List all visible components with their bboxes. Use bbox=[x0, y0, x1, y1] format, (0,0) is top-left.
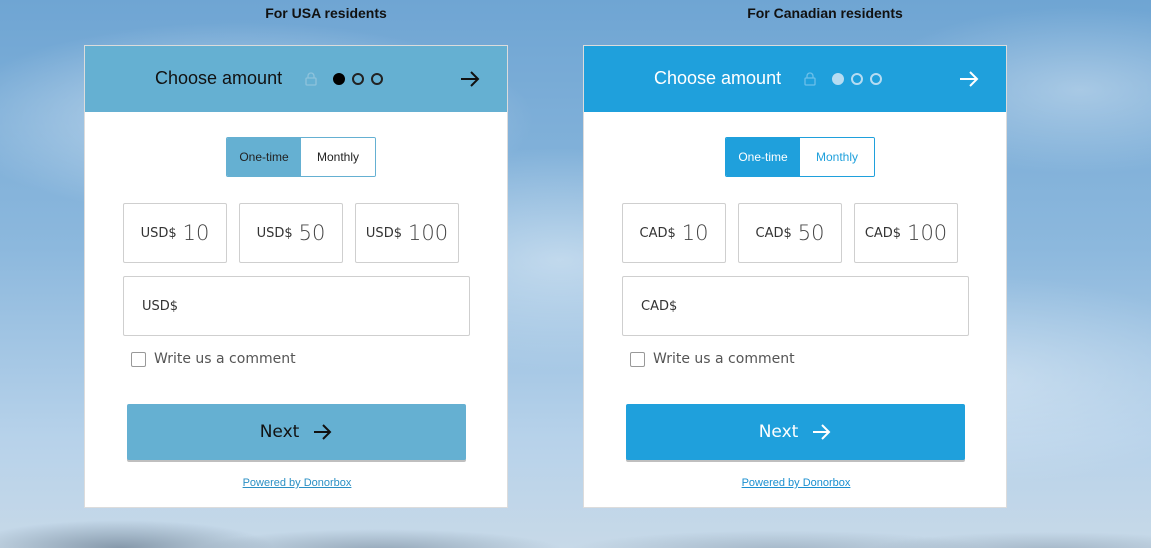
comment-checkbox-row[interactable]: Write us a comment bbox=[131, 351, 296, 367]
amount-option-100[interactable]: CAD$ 100 bbox=[854, 203, 958, 263]
amount-currency: USD$ bbox=[140, 225, 177, 241]
frequency-toggle: One-time Monthly bbox=[725, 137, 875, 177]
usa-donation-form: Choose amount One-time Monthly USD$ 10 U… bbox=[84, 45, 508, 508]
amount-currency: USD$ bbox=[365, 225, 402, 241]
canada-column-title: For Canadian residents bbox=[747, 5, 903, 21]
step-dots bbox=[333, 73, 383, 85]
step-dot bbox=[851, 73, 863, 85]
arrow-right-icon bbox=[813, 424, 831, 440]
comment-checkbox[interactable] bbox=[131, 351, 146, 367]
comment-label: Write us a comment bbox=[154, 351, 296, 367]
step-dots bbox=[832, 73, 882, 85]
step-dot bbox=[371, 73, 383, 85]
lock-icon bbox=[804, 72, 816, 86]
custom-amount-input[interactable]: CAD$ bbox=[622, 276, 969, 336]
next-label: Next bbox=[758, 422, 799, 442]
step-dot-active bbox=[832, 73, 844, 85]
form-header: Choose amount bbox=[584, 46, 1006, 112]
header-title: Choose amount bbox=[155, 68, 283, 88]
amount-option-10[interactable]: USD$ 10 bbox=[123, 203, 227, 263]
header-title: Choose amount bbox=[654, 68, 782, 88]
amount-value: 50 bbox=[797, 221, 825, 245]
arrow-right-icon[interactable] bbox=[958, 68, 980, 90]
comment-checkbox[interactable] bbox=[630, 351, 645, 367]
usa-column-title: For USA residents bbox=[265, 5, 387, 21]
amount-option-50[interactable]: CAD$ 50 bbox=[738, 203, 842, 263]
powered-by-link[interactable]: Powered by Donorbox bbox=[85, 477, 509, 489]
canada-donation-form: Choose amount One-time Monthly CAD$ 10 C… bbox=[583, 45, 1007, 508]
amount-currency: CAD$ bbox=[755, 225, 792, 241]
comment-label: Write us a comment bbox=[653, 351, 795, 367]
amount-option-10[interactable]: CAD$ 10 bbox=[622, 203, 726, 263]
amount-value: 10 bbox=[182, 221, 210, 245]
frequency-toggle: One-time Monthly bbox=[226, 137, 376, 177]
amount-option-100[interactable]: USD$ 100 bbox=[355, 203, 459, 263]
amount-currency: CAD$ bbox=[639, 225, 676, 241]
comment-checkbox-row[interactable]: Write us a comment bbox=[630, 351, 795, 367]
next-label: Next bbox=[259, 422, 300, 442]
powered-by-link[interactable]: Powered by Donorbox bbox=[584, 477, 1008, 489]
next-button[interactable]: Next bbox=[626, 404, 965, 460]
amount-value: 50 bbox=[298, 221, 326, 245]
step-dot bbox=[352, 73, 364, 85]
amount-currency: USD$ bbox=[256, 225, 293, 241]
lock-icon bbox=[305, 72, 317, 86]
amount-value: 100 bbox=[407, 221, 449, 245]
amount-value: 10 bbox=[681, 221, 709, 245]
next-button[interactable]: Next bbox=[127, 404, 466, 460]
amount-option-50[interactable]: USD$ 50 bbox=[239, 203, 343, 263]
custom-amount-input[interactable]: USD$ bbox=[123, 276, 470, 336]
monthly-option[interactable]: Monthly bbox=[301, 138, 375, 176]
step-dot-active bbox=[333, 73, 345, 85]
one-time-option[interactable]: One-time bbox=[227, 138, 301, 176]
form-header: Choose amount bbox=[85, 46, 507, 112]
arrow-right-icon[interactable] bbox=[459, 68, 481, 90]
arrow-right-icon bbox=[314, 424, 332, 440]
monthly-option[interactable]: Monthly bbox=[800, 138, 874, 176]
step-dot bbox=[870, 73, 882, 85]
one-time-option[interactable]: One-time bbox=[726, 138, 800, 176]
custom-amount-currency: USD$ bbox=[142, 298, 179, 314]
custom-amount-currency: CAD$ bbox=[641, 298, 678, 314]
amount-value: 100 bbox=[907, 221, 948, 245]
amount-currency: CAD$ bbox=[864, 225, 902, 241]
